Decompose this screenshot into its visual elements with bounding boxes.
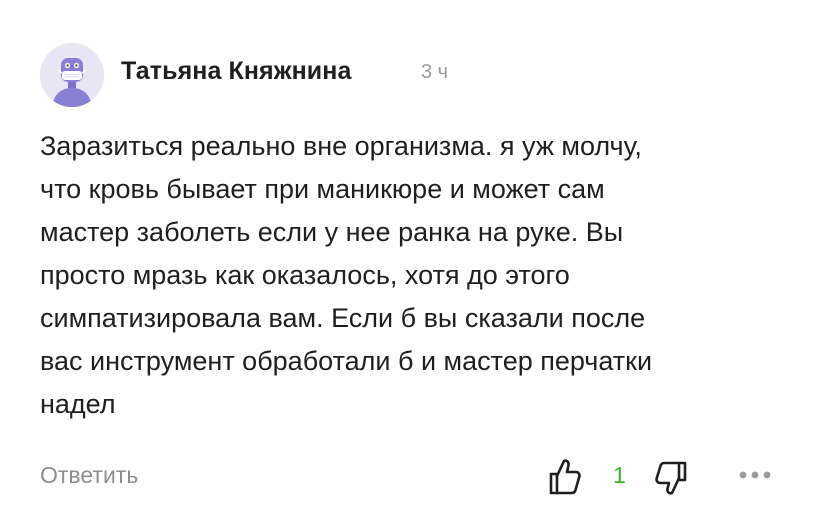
like-button[interactable] <box>548 456 582 496</box>
more-options-button[interactable] <box>738 466 774 484</box>
reply-button[interactable]: Ответить <box>40 462 138 489</box>
more-dots-icon <box>739 471 771 479</box>
comment-text-line: просто мразь как оказалось, хотя до этог… <box>40 260 570 290</box>
comment-text: Заразиться реально вне организма. я уж м… <box>40 125 800 426</box>
like-count: 1 <box>613 462 626 488</box>
avatar[interactable] <box>40 43 104 107</box>
comment-timestamp: 3 ч <box>421 61 449 83</box>
thumbs-down-icon <box>655 461 687 495</box>
thumbs-up-icon <box>549 459 581 495</box>
dislike-button[interactable] <box>654 460 690 500</box>
masked-robot-avatar-icon <box>40 43 104 107</box>
comment-text-line: надел <box>40 389 116 419</box>
comment-text-line: что кровь бывает при маникюре и может са… <box>40 174 605 204</box>
comment-actions: Ответить 1 <box>0 452 828 502</box>
comment-text-line: мастер заболеть если у нее ранка на руке… <box>40 217 624 247</box>
author-name[interactable]: Татьяна Княжнина <box>121 57 351 86</box>
comment-card: Татьяна Княжнина 3 ч Заразиться реально … <box>0 0 828 527</box>
comment-text-line: симпатизировала вам. Если б вы сказали п… <box>40 303 646 333</box>
comment-text-line: Заразиться реально вне организма. я уж м… <box>40 131 642 161</box>
comment-text-line: вас инструмент обработали б и мастер пер… <box>40 346 653 376</box>
